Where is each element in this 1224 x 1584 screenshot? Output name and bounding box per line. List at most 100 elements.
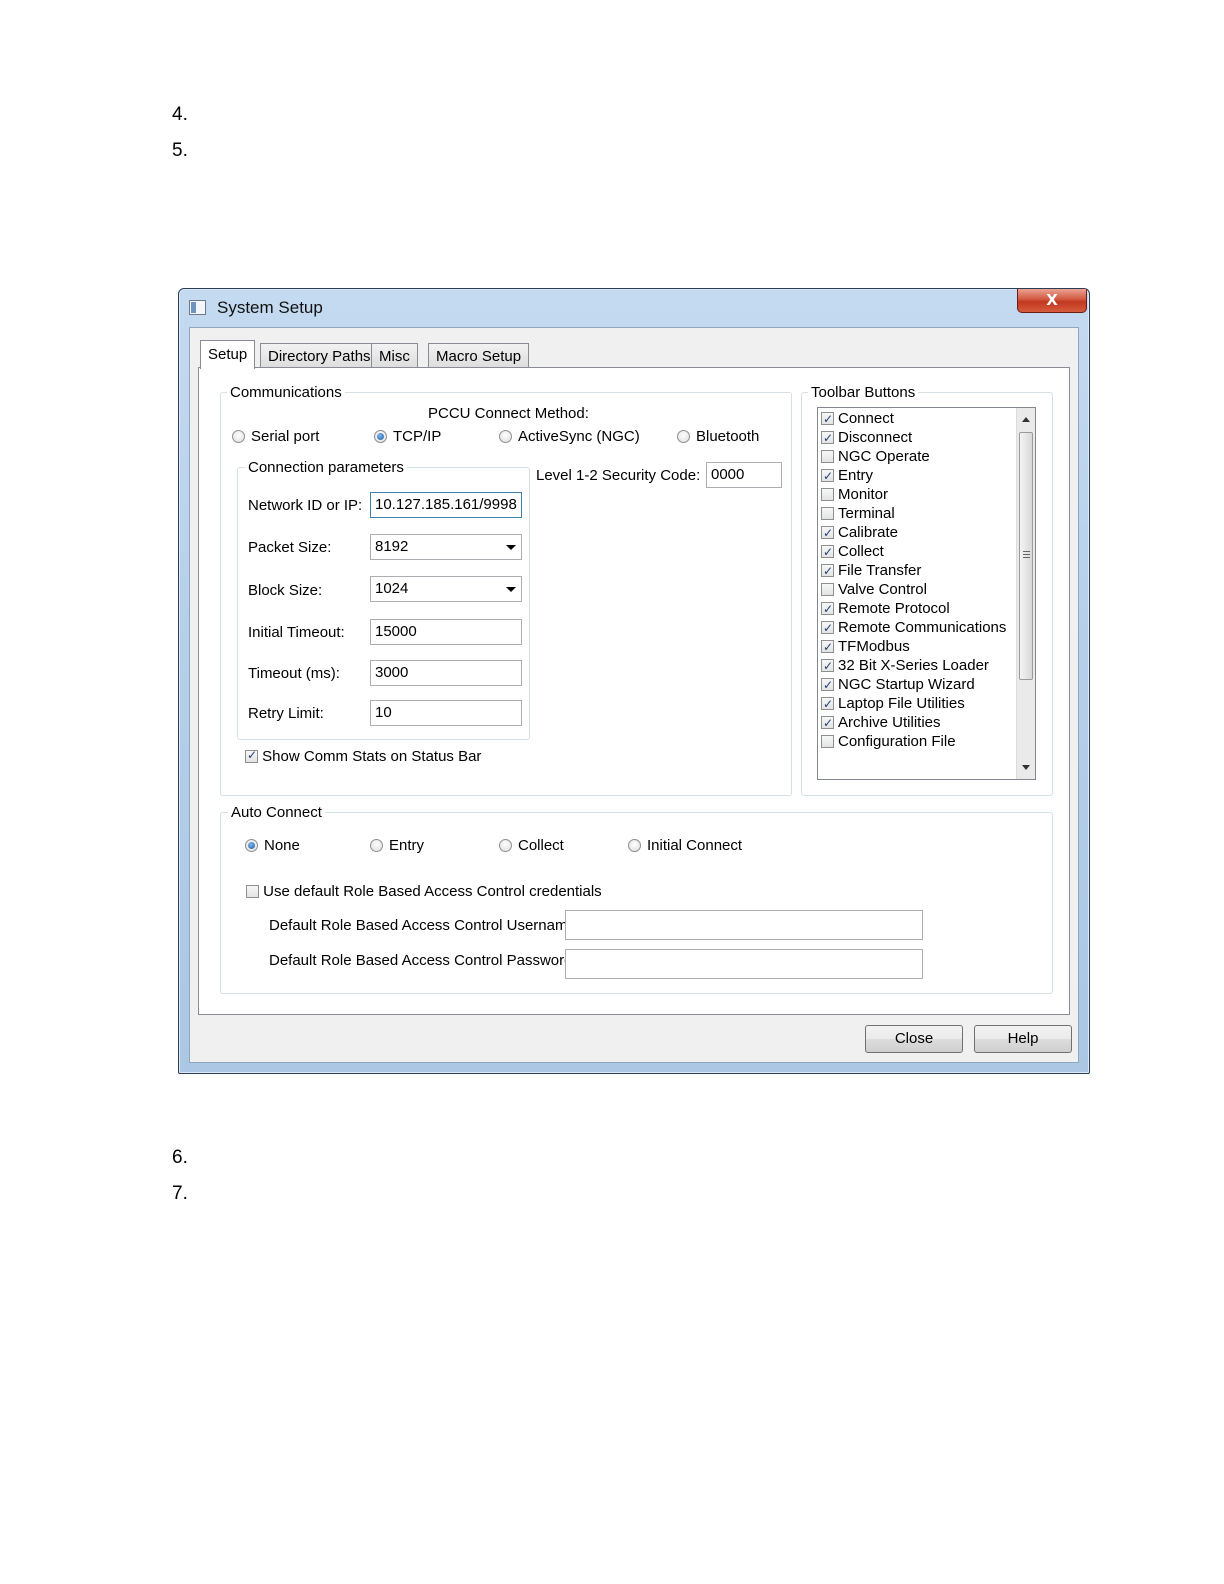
toolbar-item[interactable]: Collect [821,543,884,562]
toolbar-item-checkbox[interactable] [821,562,834,580]
toolbar-item[interactable]: NGC Startup Wizard [821,676,975,695]
close-button[interactable]: Close [865,1025,963,1053]
toolbar-list-scrollbar[interactable] [1016,408,1035,779]
toolbar-buttons-list[interactable]: Connect Disconnect NGC Operate Entry Monitor… [817,407,1036,780]
rbac-default-label: Use default Role Based Access Control cr… [263,883,602,900]
toolbar-item-checkbox[interactable] [821,583,834,596]
radio-serial-port-label: Serial port [251,428,320,445]
auto-connect-label: Auto Connect [228,804,325,821]
toolbar-item[interactable]: Remote Communications [821,619,1006,638]
radio-auto-collect[interactable]: Collect [499,837,564,854]
toolbar-item[interactable]: Calibrate [821,524,898,543]
radio-activesync-indicator [499,430,512,443]
toolbar-item-label: Monitor [838,486,889,503]
toolbar-item[interactable]: 32 Bit X-Series Loader [821,657,989,676]
tab-setup[interactable]: Setup [200,340,256,369]
show-comm-stats-check-indicator [245,748,258,763]
scroll-up-arrow-icon[interactable] [1022,417,1030,422]
window-close-button[interactable]: X [1017,289,1087,313]
toolbar-item-label: Archive Utilities [838,714,941,731]
rbac-username-input[interactable] [565,910,923,940]
security-code-input[interactable]: 0000 [706,462,782,488]
toolbar-item-checkbox[interactable] [821,543,834,561]
radio-activesync[interactable]: ActiveSync (NGC) [499,428,640,445]
toolbar-item[interactable]: Remote Protocol [821,600,950,619]
toolbar-item-checkbox[interactable] [821,695,834,713]
toolbar-item[interactable]: Laptop File Utilities [821,695,965,714]
toolbar-item-checkbox[interactable] [821,676,834,694]
scroll-grip-icon [1023,551,1030,552]
radio-serial-port-indicator [232,430,245,443]
help-button[interactable]: Help [974,1025,1072,1053]
toolbar-item-label: Remote Protocol [838,600,950,617]
toolbar-item[interactable]: NGC Operate [821,448,930,467]
toolbar-item-checkbox[interactable] [821,714,834,732]
show-comm-stats-checkbox[interactable]: Show Comm Stats on Status Bar [245,748,481,765]
dialog-client-area: Setup Directory Paths Misc Macro Setup C… [189,327,1079,1063]
rbac-default-checkbox[interactable]: Use default Role Based Access Control cr… [246,883,602,900]
toolbar-item-label: Remote Communications [838,619,1007,636]
toolbar-item-checkbox[interactable] [821,507,834,520]
toolbar-item[interactable]: TFModbus [821,638,910,657]
security-code-label: Level 1-2 Security Code: [536,467,701,484]
toolbar-item-checkbox[interactable] [821,429,834,447]
toolbar-item-checkbox[interactable] [821,619,834,637]
toolbar-item-checkbox[interactable] [821,524,834,542]
radio-bluetooth-indicator [677,430,690,443]
communications-group-label: Communications [227,384,345,401]
system-setup-window: System Setup X Setup Directory Paths Mis… [178,288,1090,1074]
initial-timeout-input[interactable]: 15000 [370,619,522,645]
toolbar-item-checkbox[interactable] [821,410,834,428]
toolbar-item-checkbox[interactable] [821,657,834,675]
app-window-icon [189,300,206,315]
scroll-thumb[interactable] [1019,432,1033,680]
toolbar-item[interactable]: Monitor [821,486,888,505]
radio-activesync-label: ActiveSync (NGC) [518,428,640,445]
network-id-input[interactable]: 10.127.185.161/9998 [370,492,522,518]
scroll-down-arrow-icon[interactable] [1022,765,1030,770]
tab-macro-setup[interactable]: Macro Setup [428,343,530,369]
toolbar-item-label: NGC Operate [838,448,930,465]
radio-bluetooth[interactable]: Bluetooth [677,428,759,445]
toolbar-item-label: 32 Bit X-Series Loader [838,657,989,674]
toolbar-item-checkbox[interactable] [821,450,834,463]
radio-serial-port[interactable]: Serial port [232,428,319,445]
toolbar-item-checkbox[interactable] [821,467,834,485]
toolbar-item-checkbox[interactable] [821,488,834,501]
toolbar-item-label: Laptop File Utilities [838,695,965,712]
toolbar-item-label: Valve Control [838,581,927,598]
rbac-password-input[interactable] [565,949,923,979]
toolbar-item[interactable]: Entry [821,467,873,486]
tab-directory-paths[interactable]: Directory Paths [260,343,379,369]
toolbar-item[interactable]: File Transfer [821,562,921,581]
toolbar-item-label: Entry [838,467,874,484]
toolbar-item[interactable]: Valve Control [821,581,927,600]
packet-size-select[interactable]: 8192 [370,534,522,560]
toolbar-item-label: File Transfer [838,562,922,579]
radio-auto-none[interactable]: None [245,837,300,854]
toolbar-item[interactable]: Disconnect [821,429,912,448]
radio-tcp-ip-label: TCP/IP [393,428,442,445]
toolbar-item-checkbox[interactable] [821,735,834,748]
radio-auto-entry[interactable]: Entry [370,837,424,854]
toolbar-item-label: Disconnect [838,429,913,446]
rbac-password-label: Default Role Based Access Control Passwo… [269,952,573,969]
retry-limit-input[interactable]: 10 [370,700,522,726]
radio-tcp-ip[interactable]: TCP/IP [374,428,441,445]
block-size-select[interactable]: 1024 [370,576,522,602]
timeout-label: Timeout (ms): [248,665,340,682]
network-id-label: Network ID or IP: [248,497,363,514]
toolbar-item[interactable]: Terminal [821,505,895,524]
radio-auto-collect-indicator [499,839,512,852]
toolbar-item[interactable]: Configuration File [821,733,956,752]
tab-misc[interactable]: Misc [371,343,418,369]
radio-auto-initial-connect[interactable]: Initial Connect [628,837,742,854]
toolbar-item-label: TFModbus [838,638,910,655]
title-bar[interactable]: System Setup X [179,289,1089,327]
toolbar-item-checkbox[interactable] [821,638,834,656]
toolbar-item-checkbox[interactable] [821,600,834,618]
toolbar-item[interactable]: Archive Utilities [821,714,941,733]
radio-tcp-ip-indicator [374,430,387,443]
toolbar-item[interactable]: Connect [821,410,894,429]
timeout-input[interactable]: 3000 [370,660,522,686]
